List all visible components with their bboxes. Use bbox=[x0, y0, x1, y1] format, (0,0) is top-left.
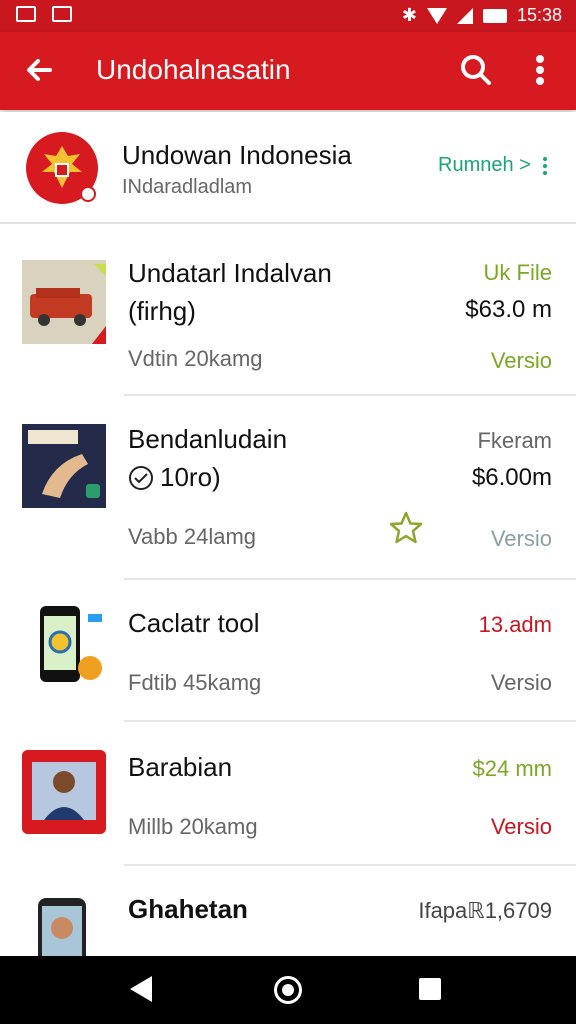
item-subtitle-row: 10ro) bbox=[128, 462, 221, 493]
item-meta: Vdtin 20kamg bbox=[128, 346, 263, 371]
item-title: Ghahetan bbox=[128, 894, 248, 924]
header-action-link[interactable]: Rumneh > bbox=[438, 154, 547, 177]
item-thumbnail bbox=[22, 602, 106, 686]
item-version[interactable]: Versio bbox=[491, 670, 552, 696]
back-arrow-icon[interactable] bbox=[20, 50, 60, 90]
entity-header[interactable]: Undowan Indonesia INdaradladlam Rumneh > bbox=[0, 112, 576, 224]
header-action-label: Rumneh > bbox=[438, 154, 531, 176]
star-icon[interactable] bbox=[388, 510, 424, 546]
list-item[interactable]: Bendanludain 10ro) Vabb 24lamg Fkeram $6… bbox=[0, 396, 576, 580]
navigation-bar bbox=[0, 956, 576, 1024]
app-bar: Undohalnasatin bbox=[0, 32, 576, 110]
item-price: Ifapaℝ1,6709 bbox=[418, 898, 552, 923]
nav-recents-icon[interactable] bbox=[419, 978, 441, 1000]
list-item[interactable]: Ghahetan Ifapaℝ1,6709 bbox=[0, 866, 576, 956]
item-title: Bendanludain bbox=[128, 424, 288, 454]
item-thumbnail bbox=[22, 424, 106, 508]
item-title: Caclatr tool bbox=[128, 608, 260, 638]
list-item[interactable]: Caclatr tool Fdtib 45kamg 13.adm Versio bbox=[0, 580, 576, 722]
nav-home-icon[interactable] bbox=[274, 976, 302, 1004]
app-bar-title: Undohalnasatin bbox=[96, 54, 291, 85]
nav-back-icon[interactable] bbox=[130, 976, 152, 1002]
list-item[interactable]: Undatarl Indalvan (firhg) Vdtin 20kamg U… bbox=[0, 226, 576, 396]
item-meta: Vabb 24lamg bbox=[128, 524, 257, 549]
image-icon bbox=[52, 6, 72, 22]
item-title: Barabian bbox=[128, 752, 233, 782]
badge-icon bbox=[80, 186, 96, 202]
signal-icon bbox=[456, 7, 473, 24]
item-thumbnail bbox=[22, 750, 106, 842]
item-thumbnail bbox=[22, 894, 106, 956]
wifi-icon bbox=[426, 7, 447, 24]
battery-icon bbox=[482, 8, 507, 23]
header-subtitle: INdaradladlam bbox=[122, 176, 253, 198]
item-price: $63.0 m bbox=[465, 296, 552, 323]
item-subtitle: 10ro) bbox=[160, 462, 221, 492]
bluetooth-icon: ✱ bbox=[401, 5, 417, 25]
verified-icon bbox=[129, 465, 153, 490]
notification-icons bbox=[16, 6, 72, 22]
item-price: $6.00m bbox=[471, 464, 552, 491]
item-file-label: 13.adm bbox=[478, 612, 552, 637]
item-file-label: Fkeram bbox=[477, 428, 552, 453]
search-icon[interactable] bbox=[456, 50, 496, 90]
item-subtitle: (firhg) bbox=[128, 296, 196, 326]
system-icons: ✱ 15:38 bbox=[402, 5, 562, 26]
item-file-label: Uk File bbox=[483, 260, 552, 285]
more-vertical-icon[interactable] bbox=[542, 156, 547, 175]
status-bar: ✱ 15:38 bbox=[0, 0, 576, 32]
item-meta: Millb 20kamg bbox=[128, 814, 258, 839]
item-version[interactable]: Versio bbox=[491, 526, 552, 552]
item-version[interactable]: Versio bbox=[491, 348, 552, 374]
usb-icon bbox=[16, 6, 36, 22]
more-options-icon[interactable] bbox=[524, 50, 556, 90]
item-price: $24 mm bbox=[472, 756, 552, 781]
item-title: Undatarl Indalvan bbox=[128, 258, 332, 288]
item-meta: Fdtib 45kamg bbox=[128, 670, 262, 695]
header-title: Undowan Indonesia bbox=[122, 140, 352, 170]
item-version[interactable]: Versio bbox=[491, 814, 552, 840]
clock: 15:38 bbox=[516, 5, 562, 25]
list-item[interactable]: Barabian Millb 20kamg $24 mm Versio bbox=[0, 722, 576, 866]
item-thumbnail bbox=[22, 260, 106, 344]
